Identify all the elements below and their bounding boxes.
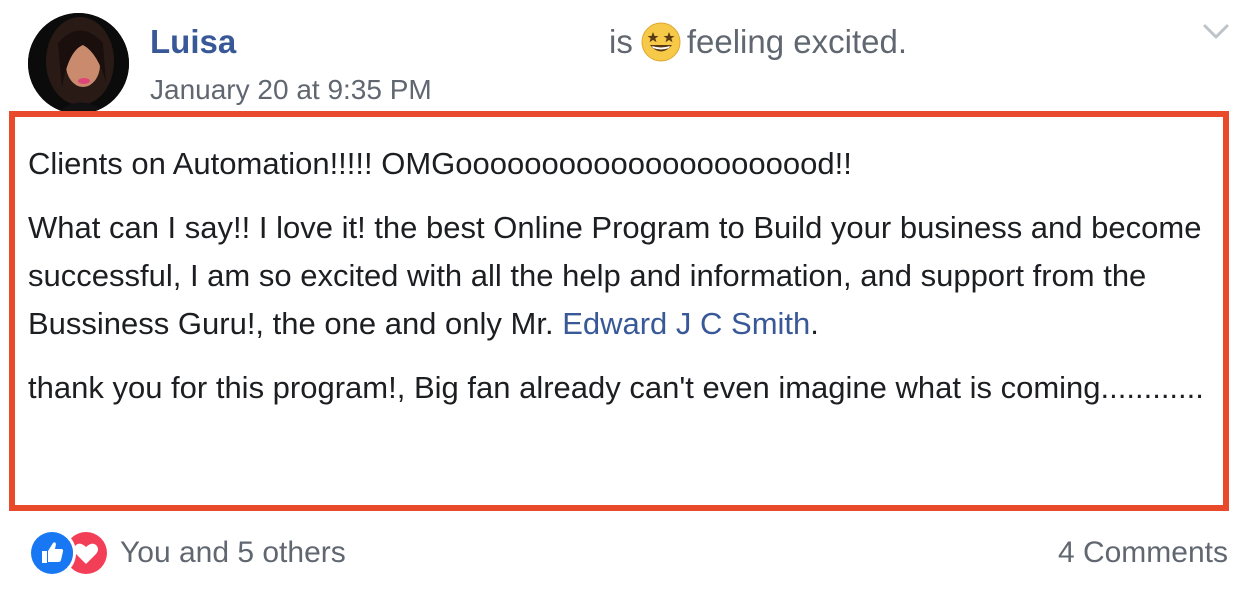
chevron-down-icon[interactable] (1200, 20, 1232, 44)
post-timestamp-link[interactable]: January 20 at 9:35 PM (150, 72, 432, 108)
reactions-count-text[interactable]: You and 5 others (120, 536, 346, 570)
reactions-summary[interactable]: You and 5 others (28, 529, 346, 577)
post-text: Clients on Automation!!!!! OMGoooooooooo… (28, 140, 1218, 428)
star-struck-emoji-icon (641, 22, 681, 62)
feeling-status: is feeling excited. (609, 22, 907, 62)
mention-link[interactable]: Edward J C Smith (562, 306, 810, 341)
post-paragraph-3: thank you for this program!, Big fan alr… (28, 370, 1204, 405)
avatar-photo (28, 13, 129, 114)
author-avatar[interactable] (28, 13, 129, 114)
feed-post: Luisa is feeling excited. January 20 at … (0, 0, 1255, 600)
comments-count-link[interactable]: 4 Comments (1058, 533, 1228, 573)
post-paragraph-2-end: . (810, 306, 819, 341)
like-reaction-icon (28, 529, 76, 577)
feeling-text: feeling excited. (686, 23, 907, 60)
post-paragraph-1: Clients on Automation!!!!! OMGoooooooooo… (28, 146, 852, 181)
feeling-prefix: is (609, 23, 633, 60)
author-name-link[interactable]: Luisa (150, 22, 236, 62)
post-paragraph-2: What can I say!! I love it! the best Onl… (28, 204, 1218, 348)
